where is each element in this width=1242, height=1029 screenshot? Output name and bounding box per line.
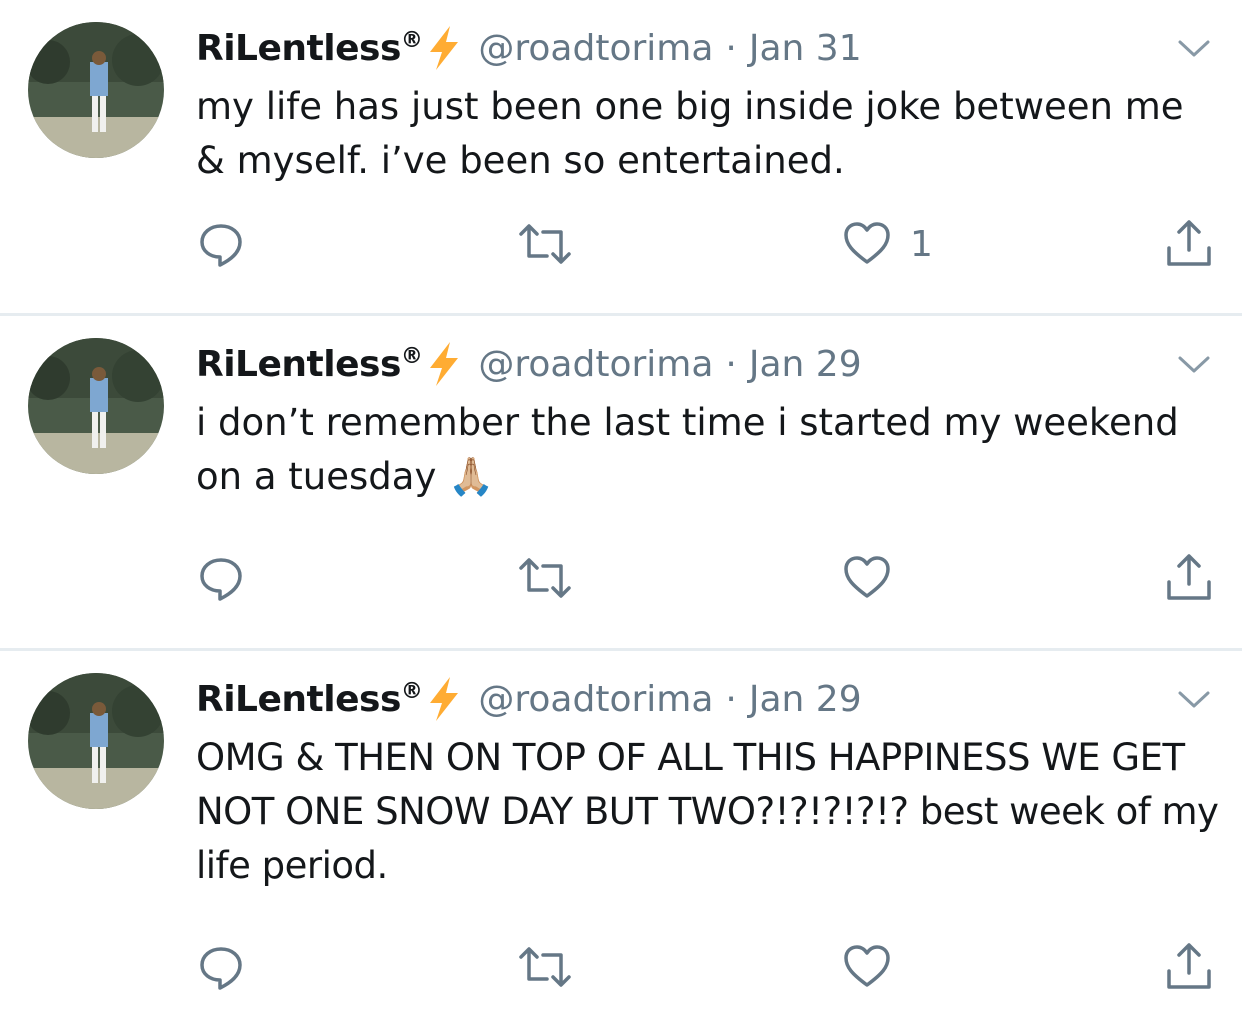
like-button[interactable] bbox=[842, 941, 910, 993]
separator: · bbox=[725, 343, 737, 385]
tweet[interactable]: RiLentless® @roadtorima · Jan 29 i don’t… bbox=[0, 316, 1242, 648]
tweet-date[interactable]: Jan 29 bbox=[749, 679, 862, 720]
chevron-down-icon[interactable] bbox=[1176, 36, 1212, 60]
author-name[interactable]: RiLentless® bbox=[196, 679, 423, 720]
like-count: 1 bbox=[910, 223, 933, 265]
avatar[interactable] bbox=[28, 338, 164, 474]
avatar[interactable] bbox=[28, 673, 164, 809]
lightning-bolt-icon bbox=[430, 342, 459, 386]
tweet[interactable]: RiLentless® @roadtorima · Jan 29 OMG & T… bbox=[0, 651, 1242, 1029]
author-handle[interactable]: @roadtorima bbox=[478, 679, 713, 720]
share-icon bbox=[1167, 554, 1211, 600]
author-handle[interactable]: @roadtorima bbox=[478, 344, 713, 385]
share-button[interactable] bbox=[1164, 941, 1214, 993]
heart-icon bbox=[844, 556, 890, 598]
tweet-header: RiLentless® @roadtorima · Jan 29 bbox=[196, 338, 862, 390]
retweet-icon bbox=[519, 947, 571, 987]
share-icon bbox=[1167, 943, 1211, 989]
tweet-date[interactable]: Jan 31 bbox=[749, 28, 862, 69]
like-button[interactable] bbox=[842, 552, 910, 604]
tweet[interactable]: RiLentless® @roadtorima · Jan 31 my life… bbox=[0, 0, 1242, 313]
author-name[interactable]: RiLentless® bbox=[196, 344, 423, 385]
share-button[interactable] bbox=[1164, 218, 1214, 270]
reply-button[interactable] bbox=[196, 552, 246, 604]
heart-icon bbox=[844, 945, 890, 987]
reply-icon bbox=[200, 558, 242, 601]
tweet-header: RiLentless® @roadtorima · Jan 29 bbox=[196, 673, 862, 725]
reply-icon bbox=[200, 947, 242, 990]
retweet-icon bbox=[519, 224, 571, 264]
lightning-bolt-icon bbox=[430, 26, 459, 70]
retweet-button[interactable] bbox=[517, 552, 573, 604]
author-name[interactable]: RiLentless® bbox=[196, 28, 423, 69]
separator: · bbox=[725, 678, 737, 720]
tweet-date[interactable]: Jan 29 bbox=[749, 344, 862, 385]
tweet-text: OMG & THEN ON TOP OF ALL THIS HAPPINESS … bbox=[196, 736, 1219, 887]
tweet-text: my life has just been one big inside jok… bbox=[196, 85, 1184, 182]
reply-button[interactable] bbox=[196, 218, 246, 270]
author-handle[interactable]: @roadtorima bbox=[478, 28, 713, 69]
reply-icon bbox=[200, 224, 242, 267]
reply-button[interactable] bbox=[196, 941, 246, 993]
retweet-icon bbox=[519, 558, 571, 598]
tweet-actions bbox=[0, 552, 1242, 604]
lightning-bolt-icon bbox=[430, 677, 459, 721]
tweet-header: RiLentless® @roadtorima · Jan 31 bbox=[196, 22, 862, 74]
tweet-actions: 1 bbox=[0, 218, 1242, 270]
avatar[interactable] bbox=[28, 22, 164, 158]
like-button[interactable]: 1 bbox=[842, 218, 933, 270]
chevron-down-icon[interactable] bbox=[1176, 352, 1212, 376]
tweet-text: i don’t remember the last time i started… bbox=[196, 401, 1179, 498]
share-button[interactable] bbox=[1164, 552, 1214, 604]
separator: · bbox=[725, 27, 737, 69]
chevron-down-icon[interactable] bbox=[1176, 687, 1212, 711]
retweet-button[interactable] bbox=[517, 218, 573, 270]
retweet-button[interactable] bbox=[517, 941, 573, 993]
share-icon bbox=[1167, 220, 1211, 266]
heart-icon bbox=[844, 222, 890, 264]
tweet-actions bbox=[0, 941, 1242, 993]
